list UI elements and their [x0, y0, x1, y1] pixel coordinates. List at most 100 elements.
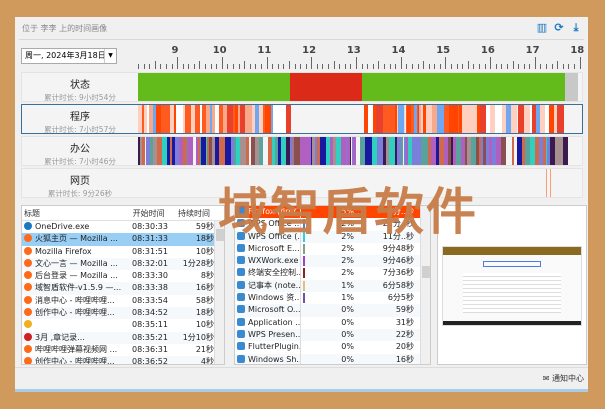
table-row[interactable]: OneDrive.exe 08:30:33 59秒 — [22, 221, 224, 233]
col-start[interactable]: 开始时间 — [125, 206, 173, 220]
row-label: 办公 累计时长: 7小时46分 — [22, 137, 138, 167]
ruler-tick — [540, 64, 542, 69]
download-icon[interactable]: ⤓ — [570, 22, 582, 34]
timeline-bar[interactable] — [138, 73, 578, 101]
timeline-row-2[interactable]: 办公 累计时长: 7小时46分 — [21, 136, 583, 166]
timeline-segment — [563, 137, 569, 165]
usage-bar — [303, 207, 305, 217]
ruler-tick — [361, 64, 363, 69]
table-row[interactable]: Microsoft E... 2% 9分48秒 — [235, 242, 430, 256]
ruler-tick — [518, 64, 520, 69]
timeline-segment — [565, 73, 578, 101]
table-row[interactable]: 消息中心 - 哔哩哔哩... 08:33:54 58秒 — [22, 295, 224, 307]
table-row[interactable]: 域智盾软件-v1.5.9 —... 08:33:38 16秒 — [22, 282, 224, 295]
table-row[interactable]: 文心一言 — Mozilla ... 08:32:01 1分28秒 — [22, 257, 224, 271]
table-row[interactable]: 终端安全控制... 2% 7分36秒 — [235, 267, 430, 280]
table-row[interactable]: 记事本 (note... 1% 6分58秒 — [235, 279, 430, 293]
row-duration: 10秒 — [195, 320, 214, 330]
timeline-bar[interactable] — [138, 137, 578, 165]
date-value: 周一, 2024年3月18日 — [25, 51, 106, 60]
row-name: 办公 — [70, 144, 90, 155]
app-icon — [24, 344, 32, 353]
table-row[interactable]: 3月 ,章记录... 08:35:21 1分10秒 — [22, 331, 224, 344]
timeline-segment — [184, 105, 192, 133]
ruler-tick — [260, 64, 262, 69]
timeline-bar[interactable] — [138, 169, 578, 197]
app-icon — [237, 342, 245, 351]
col-title[interactable]: 标题 — [22, 206, 125, 220]
row-start: 08:35:21 — [132, 332, 168, 342]
table-row[interactable]: 08:35:11 10秒 — [22, 319, 224, 331]
row-percent: 2% — [341, 256, 354, 266]
row-start: 08:32:01 — [132, 258, 168, 268]
ruler-tick — [322, 64, 324, 69]
timeline-row-1[interactable]: 程序 累计时长: 7小时57分 — [21, 104, 583, 134]
ruler-tick — [434, 64, 436, 69]
scrollbar[interactable] — [214, 221, 224, 364]
table-row[interactable]: Application ... 0% 31秒 — [235, 316, 430, 329]
table-row[interactable]: 火狐主页 — Mozilla ... 08:31:33 18秒 — [22, 233, 224, 246]
table-row[interactable]: Windows Sh... 0% 16秒 — [235, 353, 430, 364]
row-percent: 2% — [341, 231, 354, 241]
row-app: Microsoft E... — [248, 243, 300, 253]
table-row[interactable]: WPS Office ... 2% 2..分..秒 — [235, 218, 430, 231]
activity-table[interactable]: 标题 开始时间 持续时间 OneDrive.exe 08:30:33 59秒 火狐主页 — … — [21, 205, 225, 365]
panel-icon[interactable]: ▥ — [536, 22, 548, 34]
row-duration: 6分5秒 — [387, 293, 414, 303]
table-row[interactable]: Mozilla Firefox 08:31:51 10秒 — [22, 246, 224, 258]
table-row[interactable]: 后台登录 — Mozilla ... 08:33:30 8秒 — [22, 270, 224, 282]
row-title: 哔哩哔哩弹幕视频网 ... — [35, 344, 118, 354]
table-row[interactable]: 哔哩哔哩弹幕视频网 ... 08:36:31 21秒 — [22, 344, 224, 356]
app-icon — [237, 207, 245, 215]
ruler-tick — [534, 57, 536, 69]
ruler-tick — [277, 64, 279, 69]
scrollbar[interactable] — [420, 206, 430, 364]
table-row[interactable]: Firefox (firef... 5% 6分..秒 — [235, 206, 430, 219]
table-row[interactable]: WPS Presen... 0% 22秒 — [235, 328, 430, 342]
table-row[interactable]: WPS Office (... 2% 11分..秒 — [235, 230, 430, 243]
refresh-icon[interactable]: ⟳ — [553, 22, 565, 34]
ruler-tick — [266, 57, 268, 69]
ruler-tick — [400, 57, 402, 69]
app-icon — [237, 305, 245, 314]
usage-bar — [303, 305, 305, 315]
ruler-tick — [439, 64, 441, 69]
row-start: 08:33:30 — [132, 271, 168, 281]
row-title: 火狐主页 — Mozilla ... — [35, 234, 118, 244]
date-picker[interactable]: 周一, 2024年3月18日 ▼ — [21, 48, 117, 64]
ruler-tick — [546, 64, 548, 69]
row-percent: 0% — [341, 317, 354, 327]
usage-bar — [303, 293, 305, 304]
table-header: 标题 开始时间 持续时间 — [22, 206, 224, 221]
usage-bar — [303, 268, 305, 279]
app-icon — [237, 317, 245, 326]
screenshot-preview[interactable] — [437, 205, 587, 365]
col-duration[interactable]: 持续时间 — [172, 206, 224, 220]
row-duration: 1分28秒 — [182, 258, 214, 268]
table-row[interactable]: FlutterPlugin... 0% 20秒 — [235, 341, 430, 354]
ruler-tick — [378, 61, 380, 69]
hour-label: 18 — [570, 45, 585, 56]
ruler-tick — [417, 64, 419, 69]
timeline-bar[interactable] — [138, 105, 578, 133]
timeline-row-3[interactable]: 网页 累计时长: 9分26秒 — [21, 168, 583, 198]
chevron-down-icon[interactable]: ▼ — [104, 49, 116, 63]
table-row[interactable]: WXWork.exe 2% 9分46秒 — [235, 255, 430, 268]
table-row[interactable]: Microsoft O... 0% 59秒 — [235, 304, 430, 317]
program-summary-table[interactable]: Firefox (firef... 5% 6分..秒 WPS Office ... 2%… — [234, 205, 431, 365]
row-label: 程序 累计时长: 7小时57分 — [22, 105, 138, 135]
table-row[interactable]: 创作中心 - 哔哩哔哩... 08:36:52 4秒 — [22, 356, 224, 365]
notification-center-button[interactable]: ✉ 通知中心 — [543, 373, 584, 384]
hour-label: 17 — [525, 45, 540, 56]
row-duration: 11分..秒 — [382, 231, 414, 241]
timeline-row-0[interactable]: 状态 累计时长: 9小时54分 — [21, 72, 583, 102]
app-icon — [237, 231, 245, 240]
ruler-tick — [523, 64, 525, 69]
row-duration: 6分58秒 — [382, 280, 414, 290]
row-duration: 4秒 — [200, 357, 214, 365]
ruler-tick — [138, 64, 139, 69]
table-row[interactable]: 创作中心 - 哔哩哔哩... 08:34:52 18秒 — [22, 307, 224, 320]
timeline-segment — [279, 105, 286, 133]
usage-bar — [303, 231, 305, 242]
table-row[interactable]: Windows 资... 1% 6分5秒 — [235, 292, 430, 305]
